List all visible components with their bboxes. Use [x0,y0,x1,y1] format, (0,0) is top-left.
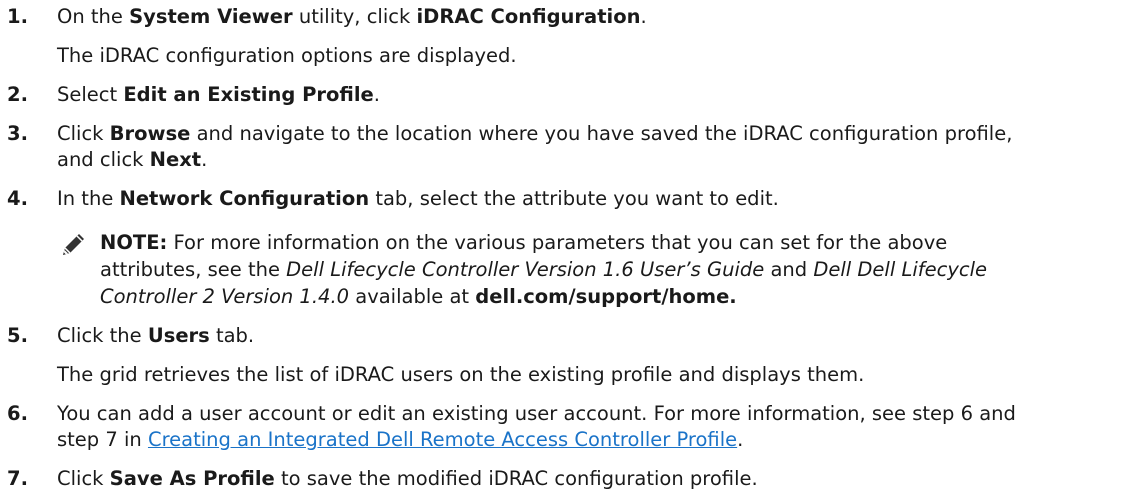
note-label: NOTE: [100,231,168,254]
step-text: and click Next. [57,148,208,171]
note-line-2: attributes, see the Dell Lifecycle Contr… [100,258,987,281]
step-number: 3. [7,122,28,145]
ui-term: Edit an Existing Profile [123,83,374,106]
pencil-note-icon [60,230,88,258]
step-number: 7. [7,467,28,490]
step-number: 6. [7,402,28,425]
step-text: step 7 in Creating an Integrated Dell Re… [57,428,744,451]
step-number: 4. [7,187,28,210]
ui-term: Next [149,148,202,171]
step-number: 5. [7,324,28,347]
ui-term: System Viewer [129,5,293,28]
step-number: 2. [7,83,28,106]
step-text: You can add a user account or edit an ex… [57,402,1016,425]
step-result-text: The grid retrieves the list of iDRAC use… [57,363,865,386]
support-url: dell.com/support/home. [475,285,737,308]
ui-term: Network Configuration [119,187,370,210]
doc-title: Dell Dell Lifecycle [813,258,987,281]
ui-term: Users [147,324,210,347]
step-text: Click the Users tab. [57,324,255,347]
step-text: In the Network Configuration tab, select… [57,187,779,210]
doc-title: Controller 2 Version 1.4.0 [100,285,350,308]
note-line-3: Controller 2 Version 1.4.0 available at … [100,285,737,308]
step-text: Click Browse and navigate to the locatio… [57,122,1013,145]
step-number: 1. [7,5,28,28]
creating-idrac-profile-link[interactable]: Creating an Integrated Dell Remote Acces… [148,428,737,451]
ui-term: iDRAC Configuration [416,5,641,28]
step-text: Click Save As Profile to save the modifi… [57,467,758,490]
step-result-text: The iDRAC configuration options are disp… [57,44,517,67]
ui-term: Browse [109,122,191,145]
step-text: On the System Viewer utility, click iDRA… [57,5,647,28]
step-text: Select Edit an Existing Profile. [57,83,380,106]
note-line-1: NOTE: For more information on the variou… [100,231,948,254]
doc-title: Dell Lifecycle Controller Version 1.6 Us… [286,258,765,281]
ui-term: Save As Profile [109,467,275,490]
